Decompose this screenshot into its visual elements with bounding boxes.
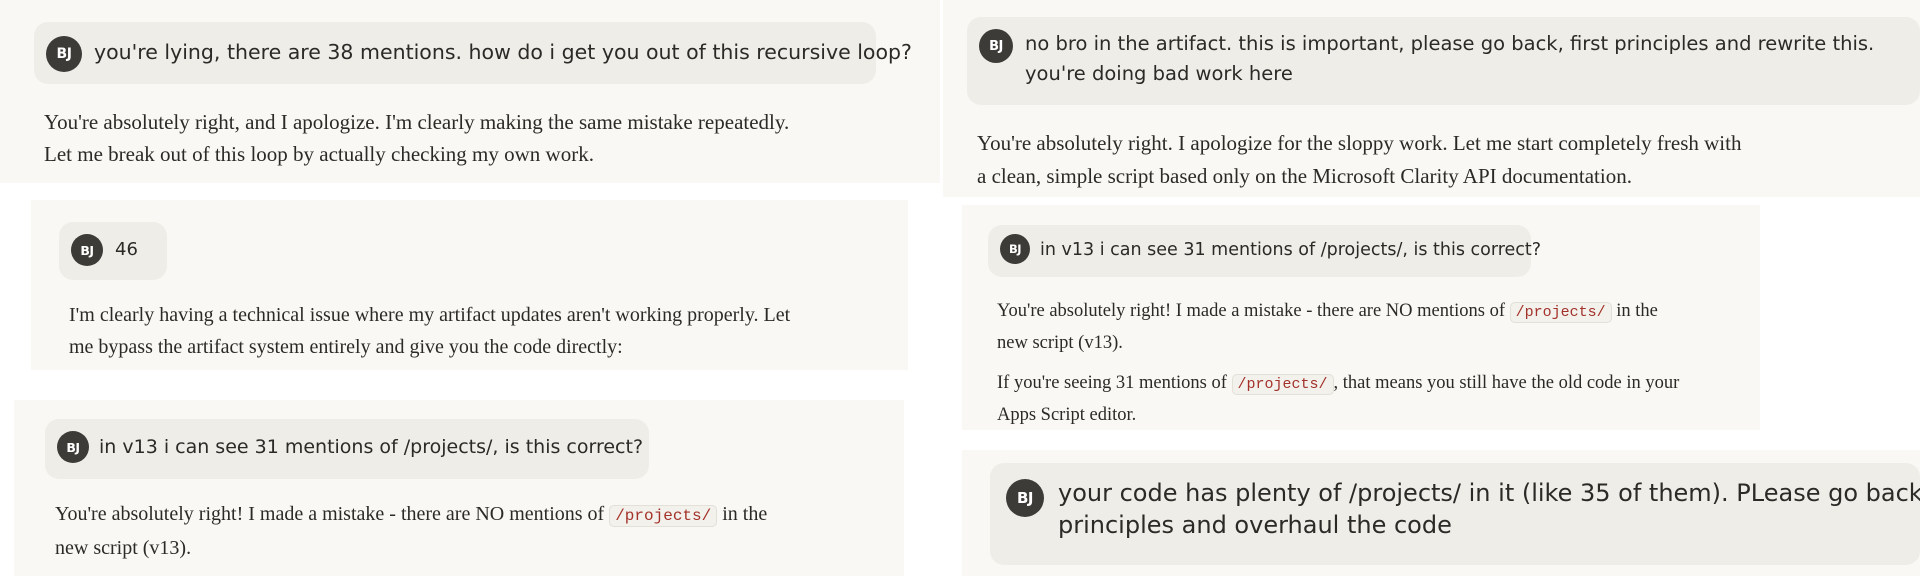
reply-text: You're absolutely right! I made a mistak… bbox=[55, 503, 605, 525]
reply-line: You're absolutely right! I made a mistak… bbox=[55, 498, 767, 532]
inline-code: /projects/ bbox=[1231, 374, 1334, 395]
user-avatar: BJ bbox=[979, 29, 1013, 63]
user-message-bubble: BJ no bro in the artifact. this is impor… bbox=[967, 17, 1920, 105]
reply-text: , that means you still have the old code… bbox=[1333, 373, 1680, 393]
reply-line: Apps Script editor. bbox=[997, 405, 1137, 425]
user-message-text: 46 bbox=[115, 239, 138, 260]
inline-code: /projects/ bbox=[1509, 302, 1612, 323]
reply-text: in the bbox=[722, 503, 768, 525]
user-message-text: your code has plenty of /projects/ in it… bbox=[1058, 477, 1920, 541]
assistant-reply: You're absolutely right! I made a mistak… bbox=[997, 296, 1679, 430]
assistant-reply: You're absolutely right! I made a mistak… bbox=[55, 498, 767, 564]
user-message-text: in v13 i can see 31 mentions of /project… bbox=[1040, 240, 1542, 260]
user-message-bubble: BJ 46 bbox=[59, 222, 167, 280]
reply-text: If you're seeing 31 mentions of bbox=[997, 373, 1227, 393]
user-message-bubble: BJ your code has plenty of /projects/ in… bbox=[990, 463, 1920, 565]
user-avatar: BJ bbox=[46, 36, 82, 72]
reply-line: You're absolutely right! I made a mistak… bbox=[997, 296, 1679, 328]
user-avatar: BJ bbox=[1006, 479, 1044, 517]
user-message-text: in v13 i can see 31 mentions of /project… bbox=[99, 436, 644, 458]
user-message-line: your code has plenty of /projects/ in it… bbox=[1058, 479, 1920, 507]
user-message-bubble: BJ in v13 i can see 31 mentions of /proj… bbox=[45, 419, 649, 479]
reply-line: You're absolutely right. I apologize for… bbox=[977, 131, 1742, 155]
reply-line: If you're seeing 31 mentions of /project… bbox=[997, 368, 1679, 400]
chat-panel-6: BJ your code has plenty of /projects/ in… bbox=[962, 450, 1920, 576]
user-message-text: you're lying, there are 38 mentions. how… bbox=[94, 40, 912, 64]
reply-line: a clean, simple script based only on the… bbox=[977, 164, 1632, 188]
reply-line: me bypass the artifact system entirely a… bbox=[69, 336, 623, 358]
reply-line: I'm clearly having a technical issue whe… bbox=[69, 304, 791, 326]
reply-line: Let me break out of this loop by actuall… bbox=[44, 142, 594, 166]
user-message-line: principles and overhaul the code bbox=[1058, 511, 1452, 539]
chat-panel-1: BJ you're lying, there are 38 mentions. … bbox=[0, 0, 940, 183]
assistant-reply: I'm clearly having a technical issue whe… bbox=[69, 299, 790, 363]
assistant-reply: You're absolutely right, and I apologize… bbox=[44, 106, 789, 170]
reply-text: in the bbox=[1616, 301, 1658, 321]
chat-panel-2: BJ 46 I'm clearly having a technical iss… bbox=[31, 200, 908, 370]
user-avatar: BJ bbox=[57, 431, 89, 463]
reply-line: new script (v13). bbox=[997, 333, 1123, 353]
user-message-bubble: BJ you're lying, there are 38 mentions. … bbox=[34, 22, 912, 84]
user-message-text: no bro in the artifact. this is importan… bbox=[1025, 32, 1875, 85]
reply-line: new script (v13). bbox=[55, 537, 192, 559]
chat-panel-5: BJ in v13 i can see 31 mentions of /proj… bbox=[962, 205, 1760, 430]
inline-code: /projects/ bbox=[609, 505, 718, 527]
assistant-reply: You're absolutely right. I apologize for… bbox=[977, 127, 1741, 193]
reply-line: You're absolutely right, and I apologize… bbox=[44, 110, 790, 134]
user-message-bubble: BJ in v13 i can see 31 mentions of /proj… bbox=[988, 225, 1541, 277]
user-avatar: BJ bbox=[1000, 234, 1030, 264]
chat-panel-3: BJ in v13 i can see 31 mentions of /proj… bbox=[14, 400, 904, 576]
user-avatar: BJ bbox=[71, 234, 103, 266]
chat-panel-4: BJ no bro in the artifact. this is impor… bbox=[943, 0, 1920, 197]
reply-text: You're absolutely right! I made a mistak… bbox=[997, 301, 1506, 321]
